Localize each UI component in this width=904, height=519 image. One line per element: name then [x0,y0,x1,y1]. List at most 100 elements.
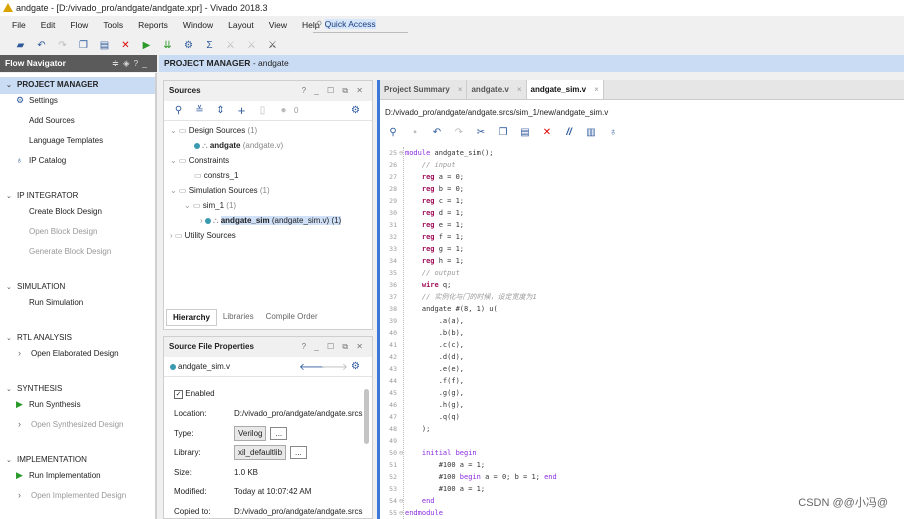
fold-icon[interactable]: ⊖ [399,495,403,507]
save-icon[interactable]: ▪ [404,127,426,138]
nav-item-create-block-design[interactable]: Create Block Design [29,207,102,216]
nav-item-run-simulation[interactable]: Run Simulation [29,298,83,307]
search-icon[interactable]: ⚲ [382,127,404,138]
auto-connect-icon[interactable]: ⚔ [262,40,283,51]
fold-icon[interactable]: ⊖ [399,147,403,159]
close-icon[interactable]: × [517,85,522,94]
expand-all-icon[interactable]: ⇕ [210,105,231,116]
menu-file[interactable]: File [12,20,26,30]
menu-layout[interactable]: Layout [228,20,254,30]
nav-item-ip-catalog[interactable]: ♁ IP Catalog [16,155,66,165]
nav-item-run-synthesis[interactable]: ▶ Run Synthesis [16,399,81,409]
properties-icon[interactable]: ▯ [252,105,273,116]
tab-andgate-v[interactable]: andgate.v × [467,80,527,99]
tab-andgate_sim-v[interactable]: andgate_sim.v × [526,80,604,99]
more-button[interactable]: ... [270,426,288,440]
disabled-tool-icon[interactable]: ⚔ [241,40,262,51]
code-token: initial begin [405,449,477,457]
code-area[interactable]: 25 ⊖ module andgate_sim(); 26 // input 27 re… [380,147,904,519]
redo-icon[interactable]: ↷ [52,40,73,51]
close-icon[interactable]: × [458,85,463,94]
tree-item-andgate[interactable]: ⛬ andgate (andgate.v) [194,141,283,151]
redo-icon[interactable]: ↷ [448,127,470,138]
nav-item-open-synthesized-design[interactable]: › Open Synthesized Design [18,419,124,429]
tree-item-constraints[interactable]: ⌄ ▭ Constraints [170,156,229,165]
nav-item-label: Run Implementation [29,471,101,480]
run-icon[interactable]: ▶ [136,40,157,51]
copy-icon[interactable]: ❐ [73,40,94,51]
tree-item-utility-sources[interactable]: › ▭ Utility Sources [170,231,236,240]
tab-compile-order[interactable]: Compile Order [260,309,324,326]
menu-window[interactable]: Window [183,20,213,30]
menu-flow[interactable]: Flow [70,20,88,30]
undo-icon[interactable]: ↶ [31,40,52,51]
quick-access-search[interactable]: ⚲ Quick Access [313,17,408,33]
gear-icon[interactable]: ⚙ [345,361,366,372]
tree-item-constrs-1[interactable]: ▭ constrs_1 [194,171,238,180]
collapse-all-icon[interactable]: ≚ [189,105,210,116]
nav-item-open-block-design[interactable]: Open Block Design [29,227,97,236]
panel-window-controls[interactable]: ? _ ☐ ⧉ ✕ [302,86,366,96]
forward-arrow-icon[interactable]: 🡒 [321,361,348,373]
panel-controls[interactable]: ≑◈?_ [112,58,151,69]
gear-icon[interactable]: ⚙ [345,105,366,116]
copy-icon[interactable]: ❐ [492,127,514,138]
search-icon[interactable]: ⚲ [168,105,189,116]
tree-item-andgate-sim[interactable]: › ⛬ andgate_sim (andgate_sim.v) (1) [200,216,342,226]
tab-libraries[interactable]: Libraries [217,309,260,326]
nav-item-open-implemented-design[interactable]: › Open Implemented Design [18,490,126,500]
property-select[interactable]: xil_defaultlib [234,445,287,460]
property-value-library[interactable]: xil_defaultlib... [234,445,307,460]
nav-item-settings[interactable]: ⚙ Settings [16,95,58,105]
paste-icon[interactable]: ▤ [514,127,536,138]
delete-icon[interactable]: ✕ [115,40,136,51]
comment-icon[interactable]: // [558,127,580,138]
tab-project-summary[interactable]: Project Summary × [380,80,468,99]
nav-item-generate-block-design[interactable]: Generate Block Design [29,247,111,256]
paste-icon[interactable]: ▤ [94,40,115,51]
tree-item-sim-1[interactable]: ⌄ ▭ sim_1 (1) [184,201,236,210]
add-icon[interactable]: + [231,103,252,118]
panel-window-controls[interactable]: ? _ ☐ ⧉ ✕ [302,342,366,352]
quick-access-label: Quick Access [324,19,376,29]
fold-icon[interactable]: ⊖ [399,507,403,519]
open-project-icon[interactable]: ▰ [10,40,31,51]
menu-edit[interactable]: Edit [41,20,56,30]
nav-section-project-manager[interactable]: ⌄ PROJECT MANAGER [0,77,155,94]
fold-icon[interactable]: ⊖ [399,447,403,459]
nav-item-open-elaborated-design[interactable]: › Open Elaborated Design [18,348,119,358]
chevron-down-icon: ⌄ [6,457,12,464]
nav-section-simulation[interactable]: ⌄ SIMULATION [0,279,155,296]
tree-item-design-sources[interactable]: ⌄ ▭ Design Sources (1) [170,126,257,135]
undo-icon[interactable]: ↶ [426,127,448,138]
column-icon[interactable]: ▥ [580,127,602,138]
nav-section-synthesis[interactable]: ⌄ SYNTHESIS [0,381,155,398]
nav-section-implementation[interactable]: ⌄ IMPLEMENTATION [0,452,155,469]
back-arrow-icon[interactable]: 🡐 [299,361,326,373]
nav-item-add-sources[interactable]: Add Sources [29,116,75,125]
menu-view[interactable]: View [269,20,287,30]
lightbulb-icon[interactable]: ♁ [602,127,624,138]
program-icon[interactable]: ⇊ [157,40,178,51]
more-button[interactable]: ... [290,446,307,459]
sigma-icon[interactable]: Σ [199,40,220,51]
tree-item-simulation-sources[interactable]: ⌄ ▭ Simulation Sources (1) [170,186,270,195]
cut-icon[interactable]: ✂ [470,127,492,138]
nav-item-language-templates[interactable]: Language Templates [29,136,103,145]
settings-icon[interactable]: ⚙ [178,40,199,51]
property-value-type[interactable]: Verilog... [234,425,288,441]
enabled-checkbox[interactable]: ✓ Enabled [174,389,215,399]
close-icon[interactable]: × [594,85,599,94]
title-bar: andgate - [D:/vivado_pro/andgate/andgate… [0,0,904,16]
vertical-scrollbar[interactable] [364,389,369,444]
nav-section-rtl-analysis[interactable]: ⌄ RTL ANALYSIS [0,330,155,347]
disabled-tool-icon[interactable]: ⚔ [220,40,241,51]
delete-icon[interactable]: ✕ [536,127,558,138]
code-token: .b(b), [405,329,465,337]
tab-hierarchy[interactable]: Hierarchy [166,309,217,326]
nav-section-ip-integrator[interactable]: ⌄ IP INTEGRATOR [0,188,155,205]
nav-item-run-implementation[interactable]: ▶ Run Implementation [16,470,101,480]
menu-tools[interactable]: Tools [103,20,123,30]
property-select[interactable]: Verilog [234,425,267,441]
menu-reports[interactable]: Reports [138,20,168,30]
